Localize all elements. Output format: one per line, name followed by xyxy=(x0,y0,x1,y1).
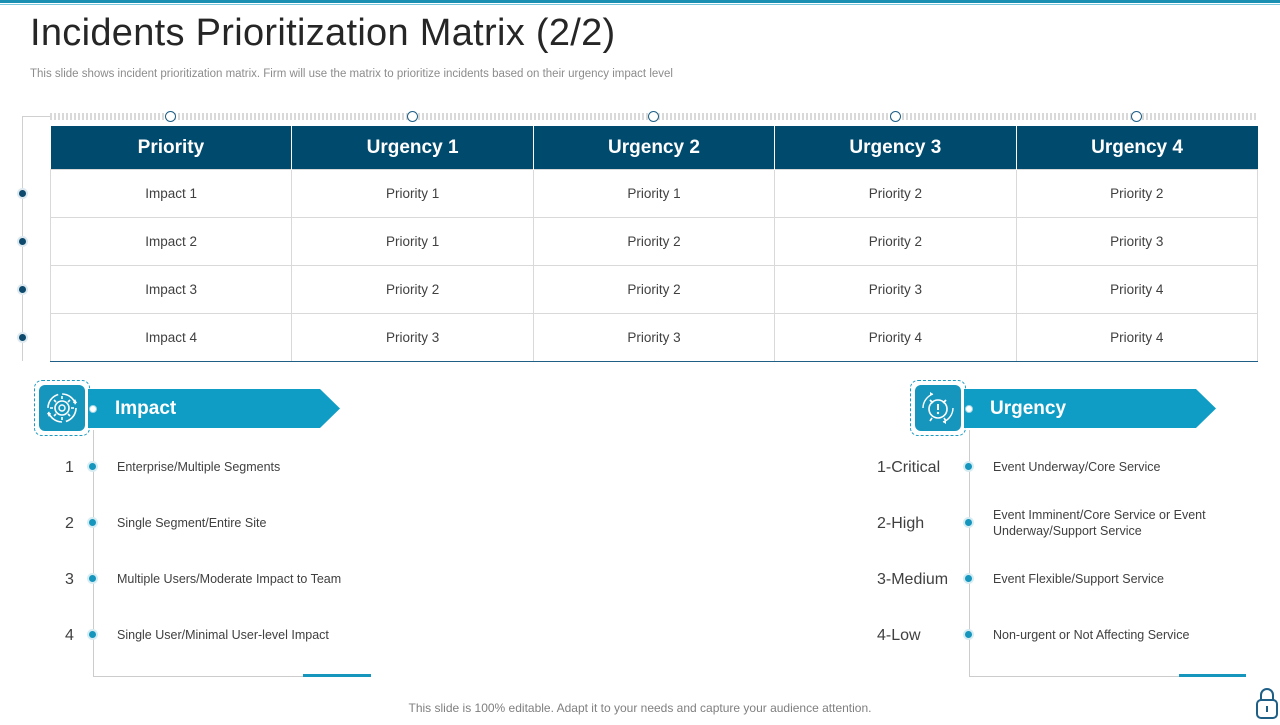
urgency-item-text: Event Flexible/Support Service xyxy=(993,572,1164,586)
table-row: Impact 3 Priority 2 Priority 2 Priority … xyxy=(49,265,1259,314)
impact-item-text: Enterprise/Multiple Segments xyxy=(117,460,281,474)
top-accent-bar xyxy=(0,0,1280,3)
lock-icon xyxy=(1254,686,1280,720)
table-cell: Priority 3 xyxy=(774,265,1017,314)
alarm-clock-alert-icon xyxy=(915,385,961,431)
table-cell: Priority 3 xyxy=(291,313,534,362)
urgency-item-dot xyxy=(963,517,974,528)
impact-icon-frame xyxy=(34,380,90,436)
table-cell: Priority 2 xyxy=(291,265,534,314)
impact-banner: Impact xyxy=(88,389,340,428)
impact-item-dot xyxy=(87,517,98,528)
page-title: Incidents Prioritization Matrix (2/2) xyxy=(30,12,616,54)
impact-item-text: Single Segment/Entire Site xyxy=(117,516,267,530)
header-urgency-4: Urgency 4 xyxy=(1016,126,1258,170)
urgency-accent-bar xyxy=(1179,674,1246,677)
gear-cycle-icon xyxy=(39,385,85,431)
table-cell: Priority 2 xyxy=(774,169,1017,218)
row-marker-dot xyxy=(17,236,28,247)
row-marker-dot xyxy=(17,284,28,295)
table-cell: Priority 2 xyxy=(532,265,776,314)
urgency-item-text: Event Imminent/Core Service or Event Und… xyxy=(993,508,1206,538)
impact-item-number: 3 xyxy=(65,571,74,588)
row-marker-dot xyxy=(17,188,28,199)
table-header-row: Priority Urgency 1 Urgency 2 Urgency 3 U… xyxy=(50,126,1258,170)
matrix-bracket-top xyxy=(22,116,50,117)
impact-accent-bar xyxy=(303,674,371,677)
column-marker-dot xyxy=(890,111,901,122)
connector-dot xyxy=(965,405,973,413)
table-cell: Priority 4 xyxy=(774,313,1017,362)
column-marker-dot xyxy=(165,111,176,122)
table-row: Impact 2 Priority 1 Priority 2 Priority … xyxy=(49,217,1259,266)
impact-item-number: 4 xyxy=(65,627,74,644)
top-accent-line xyxy=(0,4,1280,5)
urgency-heading: Urgency xyxy=(990,398,1067,419)
urgency-icon-frame xyxy=(910,380,966,436)
urgency-item-text: Event Underway/Core Service xyxy=(993,460,1161,474)
impact-item-dot xyxy=(87,573,98,584)
impact-item-number: 2 xyxy=(65,515,74,532)
table-cell: Priority 1 xyxy=(532,169,776,218)
urgency-item-label: 2-High xyxy=(877,515,925,532)
prioritization-matrix-table: Priority Urgency 1 Urgency 2 Urgency 3 U… xyxy=(49,126,1259,362)
impact-item-dot xyxy=(87,629,98,640)
footer-note: This slide is 100% editable. Adapt it to… xyxy=(408,701,872,715)
impact-item-text: Multiple Users/Moderate Impact to Team xyxy=(117,572,342,586)
header-urgency-2: Urgency 2 xyxy=(533,126,776,170)
urgency-item-dot xyxy=(963,461,974,472)
urgency-item-label: 1-Critical xyxy=(877,459,941,476)
table-cell: Priority 2 xyxy=(774,217,1017,266)
table-cell: Priority 1 xyxy=(291,169,534,218)
impact-item-dot xyxy=(87,461,98,472)
table-cell: Impact 1 xyxy=(49,169,293,218)
table-cell: Priority 3 xyxy=(1015,217,1259,266)
urgency-item-label: 3-Medium xyxy=(877,571,949,588)
page-subtitle: This slide shows incident prioritization… xyxy=(30,68,673,80)
urgency-item-text: Non-urgent or Not Affecting Service xyxy=(993,628,1190,642)
table-cell: Priority 1 xyxy=(291,217,534,266)
row-marker-dot xyxy=(17,332,28,343)
urgency-item-label: 4-Low xyxy=(877,627,921,644)
column-marker-dot xyxy=(1131,111,1142,122)
table-cell: Priority 2 xyxy=(532,217,776,266)
table-cell: Priority 4 xyxy=(1015,265,1259,314)
header-urgency-1: Urgency 1 xyxy=(291,126,534,170)
impact-heading: Impact xyxy=(115,398,177,419)
table-cell: Priority 4 xyxy=(1015,313,1259,362)
table-row: Impact 1 Priority 1 Priority 1 Priority … xyxy=(49,169,1259,218)
column-marker-dot xyxy=(648,111,659,122)
table-cell: Priority 3 xyxy=(532,313,776,362)
urgency-item-dot xyxy=(963,629,974,640)
impact-item-number: 1 xyxy=(65,459,74,476)
connector-dot xyxy=(89,405,97,413)
impact-item-text: Single User/Minimal User-level Impact xyxy=(117,628,329,642)
column-marker-dot xyxy=(407,111,418,122)
table-cell: Impact 2 xyxy=(49,217,293,266)
table-cell: Impact 3 xyxy=(49,265,293,314)
urgency-banner: Urgency xyxy=(964,389,1216,428)
table-cell: Priority 2 xyxy=(1015,169,1259,218)
header-priority: Priority xyxy=(50,126,293,170)
table-row: Impact 4 Priority 3 Priority 3 Priority … xyxy=(49,313,1259,362)
table-cell: Impact 4 xyxy=(49,313,293,362)
urgency-item-dot xyxy=(963,573,974,584)
header-urgency-3: Urgency 3 xyxy=(774,126,1017,170)
